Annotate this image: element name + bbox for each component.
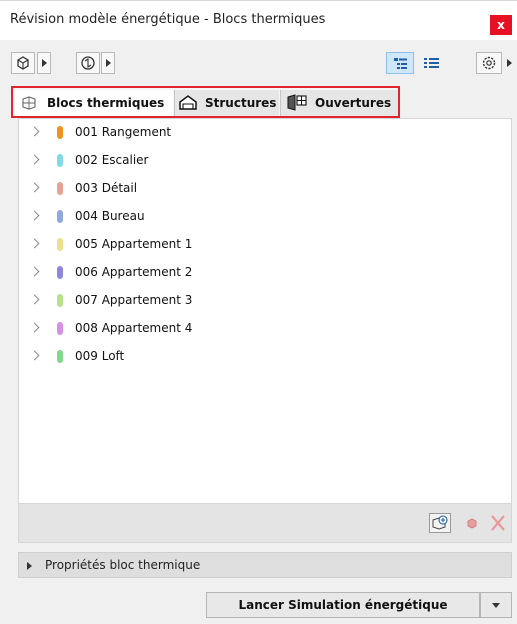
tab-structures[interactable]: Structures (174, 90, 279, 116)
color-swatch (57, 294, 63, 307)
settings-dropdown[interactable] (503, 52, 515, 74)
openings-icon (287, 94, 307, 111)
tab-label: Ouvertures (315, 96, 392, 110)
duplicate-block-button[interactable] (461, 513, 483, 533)
house-icon (179, 95, 197, 110)
item-label: 009 Loft (75, 349, 125, 363)
delete-icon (491, 515, 505, 531)
list-item[interactable]: 005 Appartement 1 (19, 231, 511, 259)
properties-section[interactable]: Propriétés bloc thermique (18, 552, 512, 578)
color-swatch (57, 266, 63, 279)
item-label: 004 Bureau (75, 209, 145, 223)
chevron-right-icon (507, 59, 512, 67)
expand-triangle-icon (27, 562, 32, 570)
color-swatch (57, 238, 63, 251)
refresh-button[interactable] (76, 52, 100, 74)
add-block-button[interactable] (429, 513, 451, 533)
list-item[interactable]: 004 Bureau (19, 203, 511, 231)
item-label: 003 Détail (75, 181, 138, 195)
item-label: 001 Rangement (75, 125, 172, 139)
settings-button[interactable] (476, 52, 502, 74)
item-label: 005 Appartement 1 (75, 237, 193, 251)
color-swatch (57, 322, 63, 335)
run-simulation-button[interactable]: Lancer Simulation énergétique (206, 592, 480, 618)
tab-blocs-thermiques[interactable]: Blocs thermiques (15, 90, 173, 116)
chevron-right-icon[interactable] (29, 126, 40, 137)
color-swatch (57, 210, 63, 223)
chevron-right-icon[interactable] (29, 182, 40, 193)
chevron-right-icon[interactable] (29, 154, 40, 165)
tab-bar: Blocs thermiques Structures Ouvertures (11, 86, 400, 118)
list-item[interactable]: 009 Loft (19, 343, 511, 371)
list-item[interactable]: 001 Rangement (19, 119, 511, 147)
simulation-options-dropdown[interactable] (480, 592, 512, 618)
settings-icon (482, 56, 496, 70)
thermal-block-list: 001 Rangement 002 Escalier 003 Détail 00… (18, 118, 512, 518)
list-view-button[interactable] (418, 52, 444, 74)
delete-block-button[interactable] (487, 513, 509, 533)
list-item[interactable]: 007 Appartement 3 (19, 287, 511, 315)
chevron-right-icon (106, 59, 111, 67)
chevron-right-icon[interactable] (29, 322, 40, 333)
thermal-blocks-icon (22, 96, 36, 110)
tree-view-button[interactable] (386, 52, 414, 74)
chevron-right-icon[interactable] (29, 266, 40, 277)
chevron-right-icon[interactable] (29, 238, 40, 249)
color-swatch (57, 154, 63, 167)
color-swatch (57, 182, 63, 195)
chevron-right-icon (42, 59, 47, 67)
close-button[interactable]: x (490, 15, 512, 35)
cube-view-button[interactable] (11, 52, 35, 74)
chevron-down-icon (492, 603, 500, 608)
color-swatch (57, 350, 63, 363)
refresh-icon (81, 56, 95, 70)
chevron-right-icon[interactable] (29, 210, 40, 221)
tree-view-icon (394, 58, 407, 69)
window-title: Révision modèle énergétique - Blocs ther… (10, 12, 326, 27)
list-action-bar (18, 503, 512, 543)
list-view-icon (424, 58, 439, 68)
list-item[interactable]: 002 Escalier (19, 147, 511, 175)
refresh-dropdown[interactable] (101, 52, 115, 74)
duplicate-icon (467, 518, 477, 529)
item-label: 002 Escalier (75, 153, 149, 167)
item-label: 008 Appartement 4 (75, 321, 193, 335)
cube-view-dropdown[interactable] (37, 52, 51, 74)
list-item[interactable]: 008 Appartement 4 (19, 315, 511, 343)
tab-label: Structures (205, 96, 277, 110)
item-label: 007 Appartement 3 (75, 293, 193, 307)
properties-label: Propriétés bloc thermique (45, 558, 201, 572)
list-item[interactable]: 003 Détail (19, 175, 511, 203)
chevron-right-icon[interactable] (29, 350, 40, 361)
chevron-right-icon[interactable] (29, 294, 40, 305)
cube-icon (17, 56, 29, 70)
add-block-icon (432, 515, 448, 530)
tab-label: Blocs thermiques (47, 96, 165, 110)
color-swatch (57, 126, 63, 139)
item-label: 006 Appartement 2 (75, 265, 193, 279)
list-item[interactable]: 006 Appartement 2 (19, 259, 511, 287)
tab-ouvertures[interactable]: Ouvertures (280, 90, 398, 116)
